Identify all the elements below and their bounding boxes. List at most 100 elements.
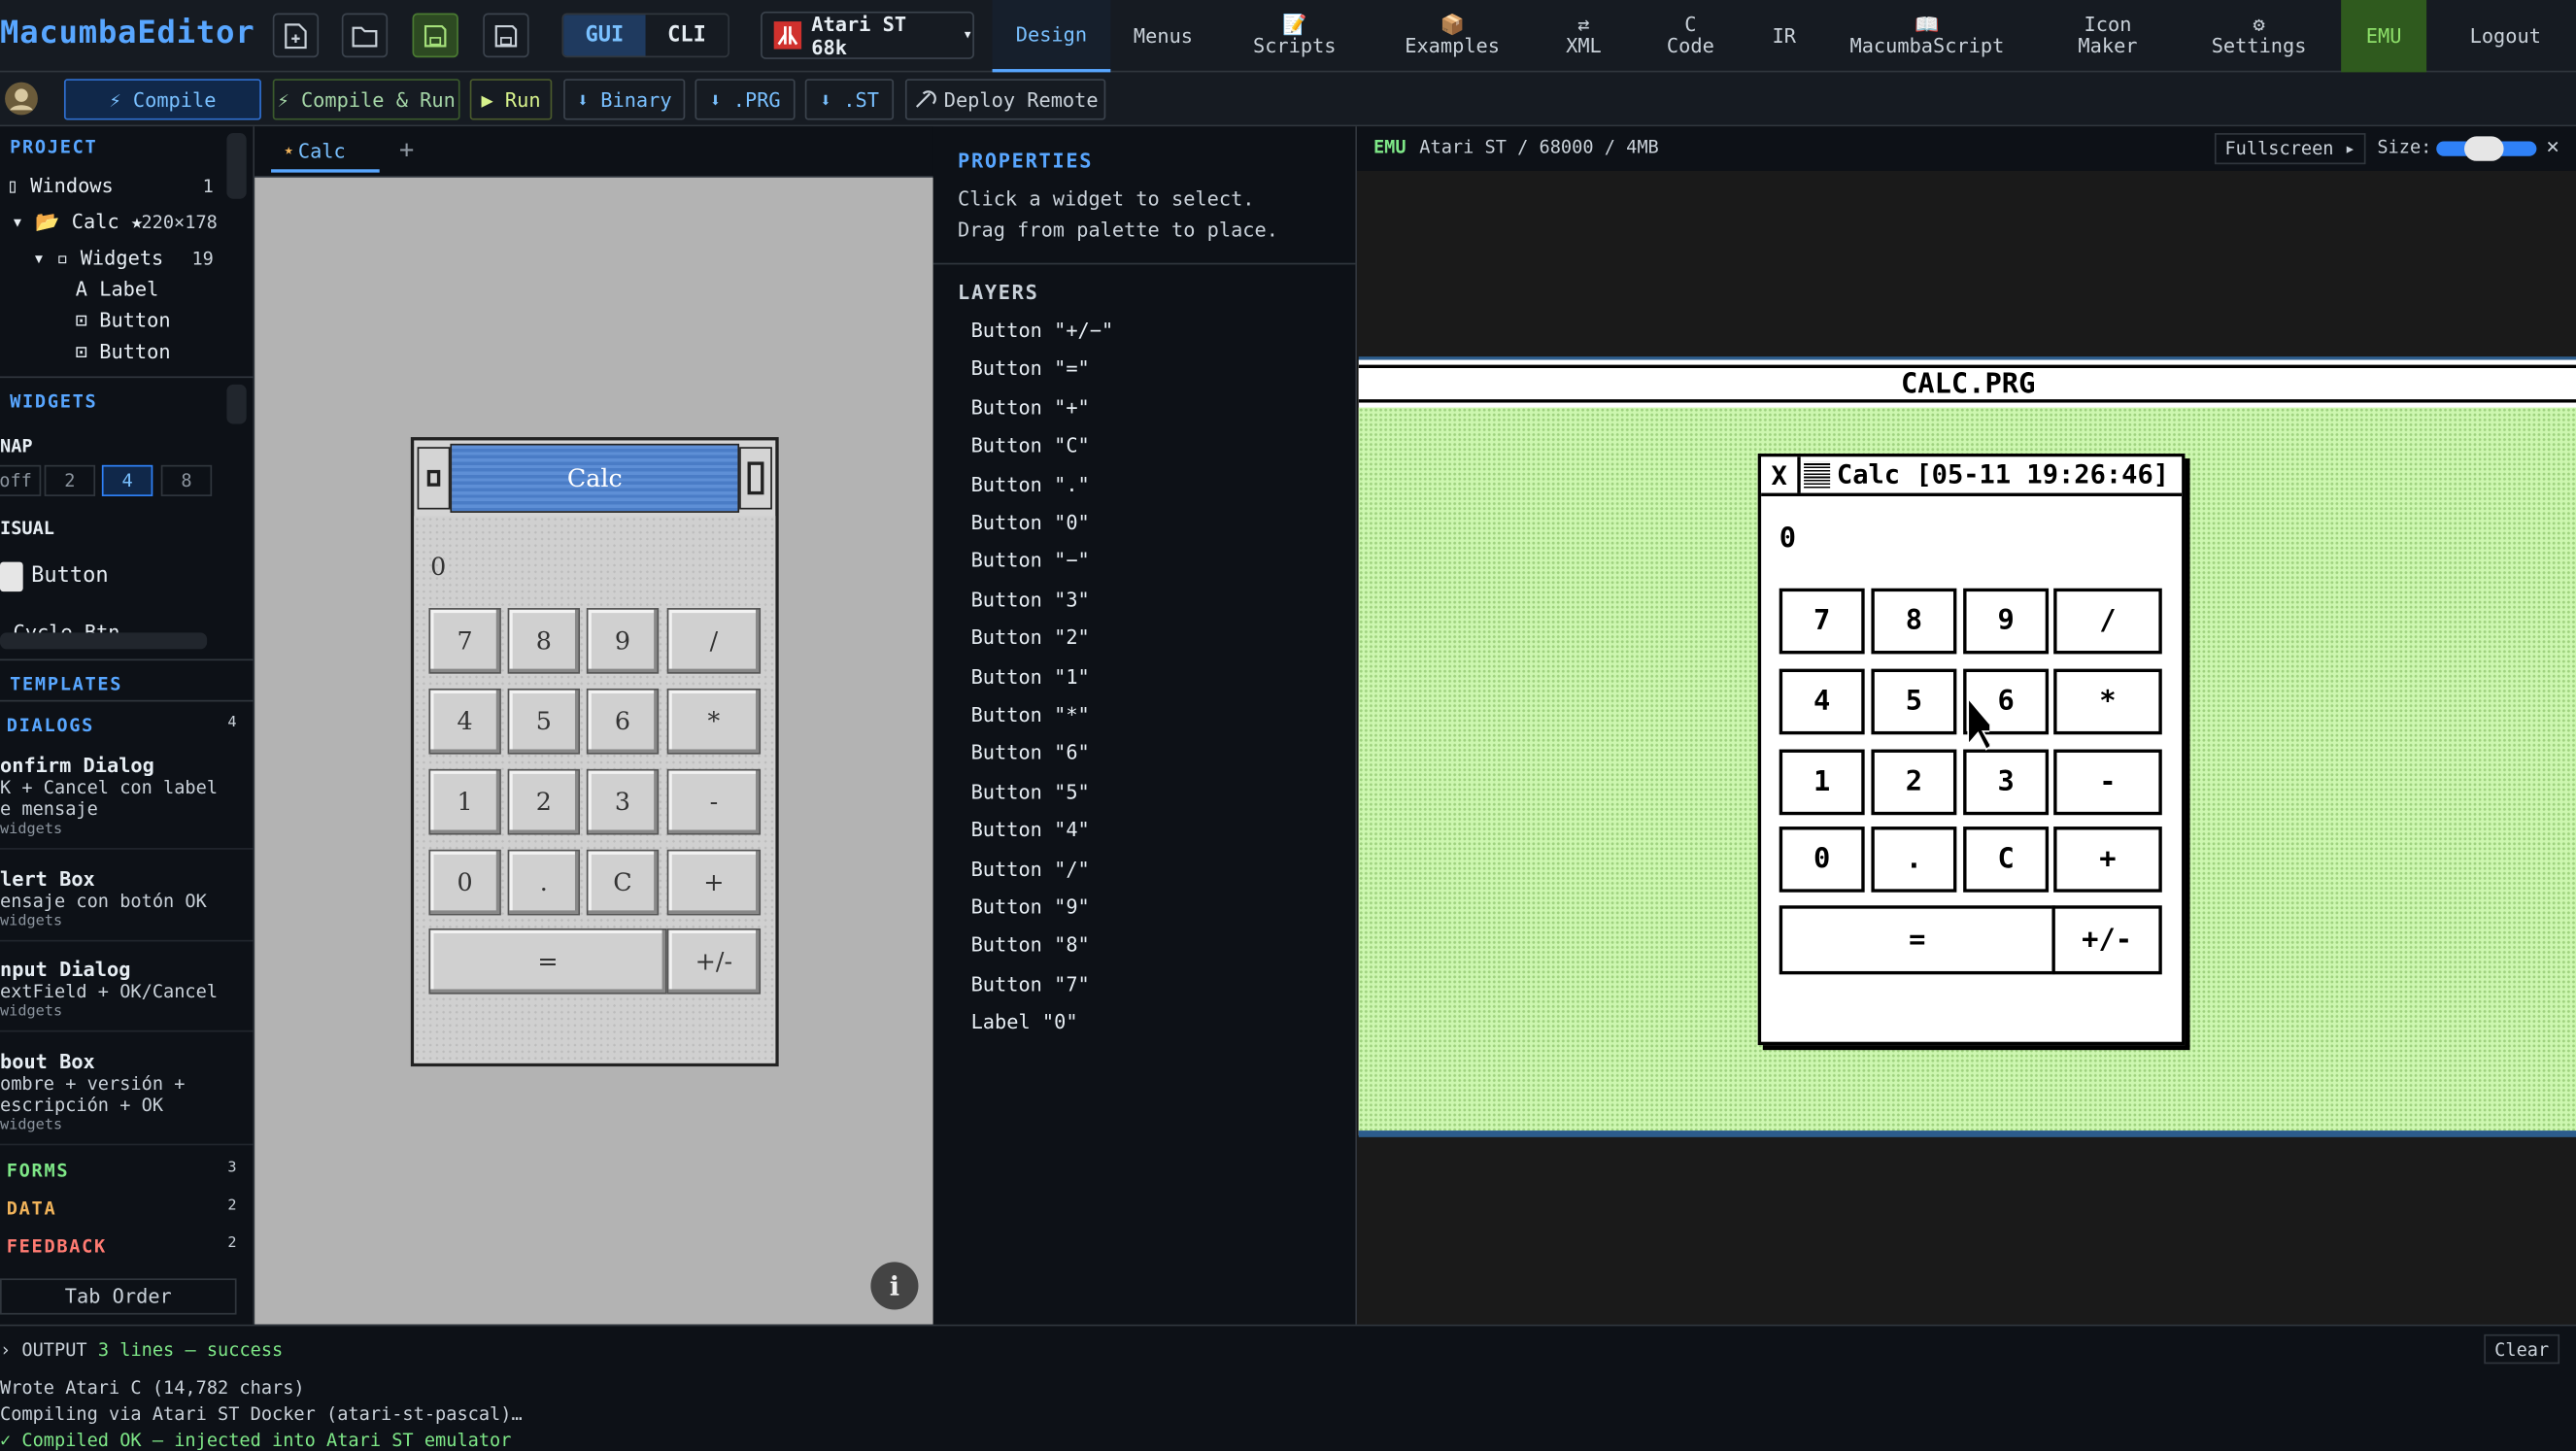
st-button-plusminus[interactable]: +/-: [2051, 905, 2162, 975]
st-calc-button[interactable]: 3: [1963, 749, 2050, 816]
st-menubar[interactable]: CALC.PRG: [1358, 364, 2576, 403]
snap-8-button[interactable]: 8: [160, 464, 213, 496]
tree-item[interactable]: ⊡ Button: [76, 340, 171, 363]
size-slider[interactable]: [2436, 136, 2537, 161]
design-canvas[interactable]: Calc 0 7 8 9/ 4 5 6 * 1 2 3- 0. C + = +/- i: [254, 177, 933, 1325]
layer-item[interactable]: Button "7": [971, 972, 1090, 995]
fullscreen-button[interactable]: Fullscreen ▸: [2214, 133, 2366, 165]
gui-window-title[interactable]: Calc: [450, 443, 740, 513]
tab-ir[interactable]: IR: [1751, 0, 1817, 72]
layer-item[interactable]: Button "3": [971, 588, 1090, 611]
save-as-button[interactable]: [483, 13, 529, 58]
layer-item[interactable]: Button "6": [971, 742, 1090, 765]
tab-icon-maker[interactable]: Icon Maker: [2051, 0, 2165, 72]
st-closer-icon[interactable]: X: [1761, 456, 1801, 493]
compile-run-button[interactable]: ⚡ Compile & Run: [272, 79, 460, 120]
layer-item[interactable]: Button "2": [971, 626, 1090, 650]
run-button[interactable]: ▶ Run: [469, 79, 553, 120]
gui-button-equals[interactable]: =: [428, 928, 667, 995]
tab-c-code[interactable]: C Code: [1651, 0, 1730, 72]
snap-2-button[interactable]: 2: [44, 464, 96, 496]
gui-mode-button[interactable]: GUI: [563, 15, 646, 56]
tree-item[interactable]: ⊡ Button: [76, 309, 171, 332]
gui-calc-button[interactable]: 5: [507, 688, 581, 755]
info-button[interactable]: i: [870, 1262, 919, 1310]
st-calc-button[interactable]: 8: [1871, 588, 1957, 655]
save-button[interactable]: [412, 13, 458, 58]
st-title-bar[interactable]: X Calc [05-11 19:26:46]: [1761, 456, 2183, 496]
st-calc-button[interactable]: *: [2053, 668, 2162, 735]
layer-item[interactable]: Button "8": [971, 934, 1090, 958]
gui-calc-button[interactable]: /: [666, 608, 762, 674]
snap-4-button[interactable]: 4: [101, 464, 153, 496]
category-data[interactable]: DATA: [7, 1198, 57, 1219]
gui-calc-button[interactable]: 0: [428, 849, 501, 916]
tab-macumbascript[interactable]: 📖 MacumbaScript: [1844, 0, 2012, 72]
tree-widgets[interactable]: ▾ ▫ Widgets: [33, 247, 163, 270]
download-prg-button[interactable]: ⬇ .PRG: [695, 79, 796, 120]
gui-calc-button[interactable]: 2: [507, 768, 581, 835]
st-calc-button[interactable]: /: [2053, 588, 2162, 655]
deploy-remote-button[interactable]: Deploy Remote: [904, 79, 1106, 120]
tree-windows[interactable]: ▯ Windows: [7, 174, 114, 197]
cli-mode-button[interactable]: CLI: [645, 15, 729, 56]
st-calc-button[interactable]: C: [1963, 827, 2050, 893]
tree-item[interactable]: A Label: [76, 278, 159, 301]
layer-item[interactable]: Button "/": [971, 858, 1090, 881]
gui-display-label[interactable]: 0: [430, 552, 446, 581]
tab-order-button[interactable]: Tab Order: [0, 1278, 237, 1315]
layer-item[interactable]: Button "4": [971, 819, 1090, 842]
category-feedback[interactable]: FEEDBACK: [7, 1235, 107, 1257]
st-calc-button[interactable]: 5: [1871, 668, 1957, 735]
tab-settings[interactable]: ⚙ Settings: [2201, 0, 2316, 72]
layer-item[interactable]: Button "0": [971, 511, 1090, 534]
layer-item[interactable]: Label "0": [971, 1011, 1078, 1034]
layer-item[interactable]: Button "C": [971, 434, 1090, 457]
st-calc-button[interactable]: +: [2053, 827, 2162, 893]
open-folder-button[interactable]: [341, 13, 389, 58]
layer-item[interactable]: Button "+/−": [971, 319, 1114, 342]
template-alert-box[interactable]: lert Box ensaje con botón OK widgets: [0, 868, 254, 942]
gui-calc-button[interactable]: 3: [586, 768, 660, 835]
st-calc-button[interactable]: 1: [1779, 749, 1865, 816]
clear-output-button[interactable]: Clear: [2484, 1333, 2560, 1365]
editor-tab-calc[interactable]: ★ Calc: [271, 133, 380, 173]
gui-calc-button[interactable]: 6: [586, 688, 660, 755]
gui-calc-button[interactable]: +: [666, 849, 762, 916]
gui-calc-button[interactable]: 9: [586, 608, 660, 674]
st-calc-button[interactable]: -: [2053, 749, 2162, 816]
layer-item[interactable]: Button "9": [971, 895, 1090, 919]
dialogs-heading[interactable]: DIALOGS: [7, 715, 94, 736]
tab-examples[interactable]: 📦 Examples: [1390, 0, 1515, 72]
gui-calc-button[interactable]: .: [507, 849, 581, 916]
tab-scripts[interactable]: 📝 Scripts: [1236, 0, 1354, 72]
scrollbar[interactable]: [226, 133, 247, 199]
gui-calc-button[interactable]: C: [586, 849, 660, 916]
target-select[interactable]: Atari ST 68k ▾: [761, 11, 974, 59]
compile-button[interactable]: ⚡ Compile: [63, 79, 261, 120]
tab-design[interactable]: Design: [992, 0, 1111, 73]
st-button-equals[interactable]: =: [1779, 905, 2055, 975]
window-close-box[interactable]: [417, 447, 451, 510]
output-header[interactable]: › OUTPUT 3 lines — success: [0, 1339, 283, 1361]
gui-calc-button[interactable]: 8: [507, 608, 581, 674]
scrollbar[interactable]: [0, 632, 208, 650]
gui-window-calc[interactable]: Calc 0 7 8 9/ 4 5 6 * 1 2 3- 0. C + = +/-: [410, 437, 779, 1067]
close-emu-button[interactable]: ✕: [2547, 135, 2559, 159]
snap-off-button[interactable]: off: [0, 464, 42, 496]
st-calc-button[interactable]: .: [1871, 827, 1957, 893]
category-forms[interactable]: FORMS: [7, 1161, 69, 1182]
layer-item[interactable]: Button ".": [971, 473, 1090, 496]
tab-xml[interactable]: ⇄ XML: [1544, 0, 1623, 72]
palette-button[interactable]: Button: [31, 563, 108, 588]
gui-calc-button[interactable]: 7: [428, 608, 501, 674]
st-calc-button[interactable]: 0: [1779, 827, 1865, 893]
slider-thumb[interactable]: [2463, 136, 2504, 161]
st-calc-button[interactable]: 9: [1963, 588, 2050, 655]
tree-calc-window[interactable]: ▾ 📂 Calc ★: [12, 211, 143, 234]
st-calc-button[interactable]: 4: [1779, 668, 1865, 735]
st-calc-button[interactable]: 7: [1779, 588, 1865, 655]
new-file-button[interactable]: [272, 13, 320, 58]
gui-calc-button[interactable]: 1: [428, 768, 501, 835]
gui-calc-button[interactable]: -: [666, 768, 762, 835]
